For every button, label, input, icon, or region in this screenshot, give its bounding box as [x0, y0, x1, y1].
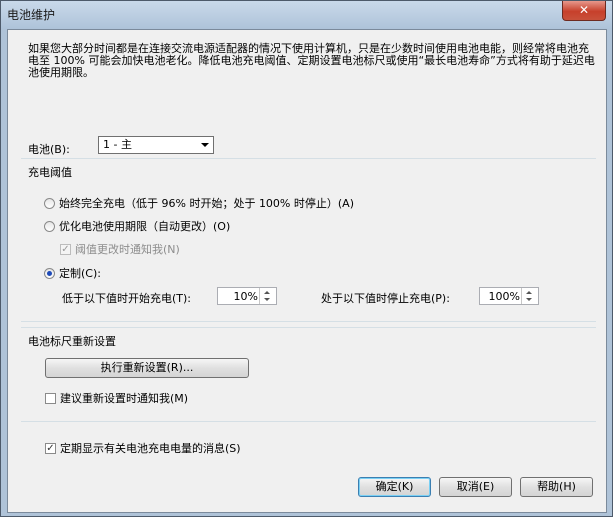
chevron-down-icon [201, 143, 209, 147]
radio-custom-label: 定制(C): [59, 267, 101, 280]
radio-optimize[interactable]: 优化电池使用期限（自动更改）(O) [44, 218, 230, 234]
charge-threshold-title: 充电阈值 [28, 166, 72, 179]
help-button[interactable]: 帮助(H) [520, 477, 593, 497]
radio-optimize-indicator [44, 220, 55, 232]
radio-custom[interactable]: 定制(C): [44, 265, 101, 281]
arrow-down-icon [526, 298, 532, 301]
battery-select-value: 1 - 主 [103, 138, 132, 151]
close-icon: ✕ [578, 3, 590, 17]
checkbox-periodic-message-box: ✓ [45, 442, 56, 454]
checkbox-notify-threshold-label: 阈值更改时通知我(N) [75, 243, 180, 256]
dialog-body: 如果您大部分时间都是在连接交流电源适配器的情况下使用计算机，只是在少数时间使用电… [7, 29, 607, 513]
checkbox-periodic-message-label: 定期显示有关电池充电电量的消息(S) [60, 442, 241, 455]
start-threshold-value: 10% [233, 290, 258, 303]
battery-maintenance-window: 电池维护 ✕ 如果您大部分时间都是在连接交流电源适配器的情况下使用计算机，只是在… [0, 0, 613, 517]
radio-custom-indicator [44, 267, 55, 279]
checkbox-periodic-message[interactable]: ✓ 定期显示有关电池充电电量的消息(S) [45, 440, 241, 456]
checkbox-notify-reset-label: 建议重新设置时通知我(M) [60, 392, 189, 405]
checkbox-notify-reset-box [45, 392, 56, 404]
title-bar: 电池维护 ✕ [1, 1, 612, 29]
battery-label: 电池(B): [28, 143, 70, 156]
stop-threshold-value: 100% [488, 290, 520, 303]
charge-threshold-group: 充电阈值 始终完全充电（低于 96% 时开始；处于 100% 时停止）(A) 优… [21, 158, 596, 322]
intro-text: 如果您大部分时间都是在连接交流电源适配器的情况下使用计算机，只是在少数时间使用电… [28, 42, 595, 79]
stop-threshold-stepper[interactable] [521, 288, 538, 304]
arrow-down-icon [264, 298, 270, 301]
window-title: 电池维护 [7, 8, 56, 22]
start-threshold-stepper[interactable] [259, 288, 276, 304]
stop-threshold-spinner[interactable]: 100% [479, 287, 539, 305]
close-button[interactable]: ✕ [562, 1, 606, 21]
radio-always-full[interactable]: 始终完全充电（低于 96% 时开始；处于 100% 时停止）(A) [44, 195, 354, 211]
battery-select[interactable]: 1 - 主 [98, 136, 214, 154]
radio-optimize-label: 优化电池使用期限（自动更改）(O) [59, 220, 231, 233]
cancel-button[interactable]: 取消(E) [439, 477, 512, 497]
checkbox-notify-threshold[interactable]: ✓ 阈值更改时通知我(N) [60, 241, 180, 257]
ok-button[interactable]: 确定(K) [358, 477, 431, 497]
stop-threshold-label: 处于以下值时停止充电(P): [321, 292, 450, 305]
radio-always-full-indicator [44, 197, 55, 209]
arrow-up-icon [526, 291, 532, 294]
battery-gauge-group: 电池标尺重新设置 执行重新设置(R)... 建议重新设置时通知我(M) [21, 327, 596, 422]
battery-gauge-title: 电池标尺重新设置 [28, 335, 116, 348]
checkbox-notify-threshold-box: ✓ [60, 243, 71, 255]
start-threshold-label: 低于以下值时开始充电(T): [62, 292, 192, 305]
start-threshold-spinner[interactable]: 10% [217, 287, 277, 305]
arrow-up-icon [264, 291, 270, 294]
checkbox-notify-reset[interactable]: 建议重新设置时通知我(M) [45, 390, 188, 406]
radio-always-full-label: 始终完全充电（低于 96% 时开始；处于 100% 时停止）(A) [59, 197, 354, 210]
reset-gauge-button[interactable]: 执行重新设置(R)... [45, 358, 249, 378]
